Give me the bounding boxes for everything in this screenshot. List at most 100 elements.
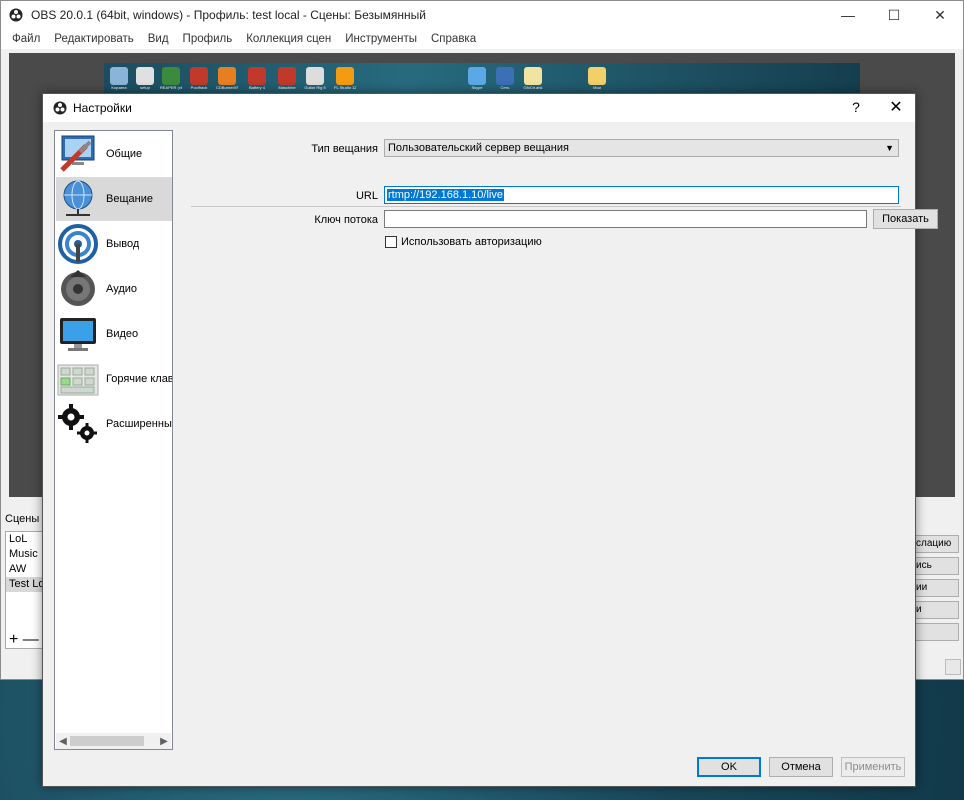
obs-logo-icon	[9, 8, 23, 22]
desktop-icon: CDBurnerXP	[216, 67, 238, 93]
desktop-icon: Guitar Rig 5	[304, 67, 326, 93]
menu-view[interactable]: Вид	[141, 33, 176, 45]
speaker-icon	[61, 270, 95, 306]
scrollbar-thumb[interactable]	[70, 736, 144, 746]
desktop-icon-label: Guitar Rig 5	[304, 85, 326, 90]
desktop-icon-label: Корзина	[111, 85, 127, 90]
settings-button[interactable]: и	[915, 601, 959, 619]
separator	[191, 206, 901, 207]
desktop-icon-label: Мои	[593, 85, 601, 90]
url-label: URL	[355, 190, 378, 202]
scroll-right-icon[interactable]: ▶	[157, 736, 171, 747]
add-scene-button[interactable]: +	[9, 631, 18, 648]
menu-bar: Файл Редактировать Вид Профиль Коллекция…	[1, 29, 963, 49]
category-label: Видео	[106, 328, 139, 340]
menu-file[interactable]: Файл	[5, 33, 47, 45]
desktop-icon-label: GfxCtr.ahk	[523, 85, 543, 90]
category-label: Аудио	[106, 283, 138, 295]
sidebar-horizontal-scrollbar[interactable]: ◀ ▶	[56, 733, 171, 749]
category-label: Вещание	[106, 193, 153, 205]
category-label: Расширенны	[106, 418, 172, 430]
desktop-icon-glyph	[306, 67, 324, 85]
desktop-icon: setup	[134, 67, 156, 93]
obs-logo-icon	[53, 101, 67, 115]
category-label: Горячие клав	[106, 373, 172, 385]
category-hotkeys[interactable]: Горячие клав	[56, 357, 172, 401]
use-auth-checkbox[interactable]	[385, 236, 397, 248]
desktop-icon: REAPER (x64)	[160, 67, 182, 93]
scene-item[interactable]: AW	[6, 562, 44, 577]
desktop-icon-glyph	[110, 67, 128, 85]
stream-key-label: Ключ потока	[314, 214, 378, 226]
scene-tools: + —	[9, 631, 39, 649]
category-label: Вывод	[106, 238, 140, 250]
desktop-icon: Poolfrack	[188, 67, 210, 93]
desktop-icon-glyph	[218, 67, 236, 85]
category-advanced[interactable]: Расширенны	[56, 402, 172, 446]
desktop-icon-label: Poolfrack	[190, 85, 208, 90]
scene-item[interactable]: LoL	[6, 532, 44, 547]
resize-grip[interactable]	[945, 659, 961, 675]
close-button[interactable]: ✕	[917, 1, 963, 29]
scenes-header: Сцены	[5, 513, 40, 525]
help-button[interactable]: ?	[849, 99, 863, 115]
stream-key-input[interactable]	[384, 210, 867, 228]
desktop-icon-label: Maschine	[278, 85, 296, 90]
studio-mode-button[interactable]: ии	[915, 579, 959, 597]
desktop-icon-label: FL Studio 12	[334, 85, 356, 90]
settings-dialog: Настройки ? ✕ Общие Вещание Вывод Аудио …	[42, 93, 938, 787]
minimize-button[interactable]: —	[825, 1, 871, 29]
desktop-icon-label: Battery 4	[248, 85, 265, 90]
menu-profile[interactable]: Профиль	[176, 33, 240, 45]
desktop-icon: Battery 4	[246, 67, 268, 93]
desktop-icon-glyph	[190, 67, 208, 85]
dialog-titlebar: Настройки ? ✕	[43, 94, 915, 122]
category-audio[interactable]: Аудио	[56, 267, 172, 311]
maximize-button[interactable]: ☐	[871, 1, 917, 29]
desktop-icon-glyph	[278, 67, 296, 85]
desktop-icon: Maschine	[276, 67, 298, 93]
obs-window-title: OBS 20.0.1 (64bit, windows) - Профиль: t…	[31, 8, 426, 22]
monitor-icon	[60, 318, 96, 351]
desktop-icon-glyph	[162, 67, 180, 85]
broadcast-settings-panel: Тип вещания Пользовательский сервер веща…	[183, 130, 938, 750]
service-type-select[interactable]: Пользовательский сервер вещания ▼	[384, 139, 899, 157]
show-key-button[interactable]: Показать	[873, 209, 938, 229]
scroll-left-icon[interactable]: ◀	[56, 736, 70, 747]
desktop-icon-label: Skype	[471, 85, 483, 90]
desktop-icon-glyph	[136, 67, 154, 85]
remove-scene-button[interactable]: —	[23, 631, 39, 648]
url-input[interactable]: rtmp://192.168.1.10/live	[384, 186, 899, 204]
scene-item-selected[interactable]: Test Lo	[6, 577, 44, 592]
menu-help[interactable]: Справка	[424, 33, 483, 45]
desktop-icon-glyph	[524, 67, 542, 85]
desktop-icon-label: Сеть	[500, 85, 510, 90]
broadcast-globe-icon	[63, 180, 93, 216]
category-broadcast[interactable]: Вещание	[56, 177, 172, 221]
menu-scene-collection[interactable]: Коллекция сцен	[239, 33, 338, 45]
desktop-icon: Корзина	[108, 67, 130, 93]
scene-item[interactable]: Music	[6, 547, 44, 562]
category-general[interactable]: Общие	[56, 132, 172, 176]
category-output[interactable]: Вывод	[56, 222, 172, 266]
start-recording-button[interactable]: ись	[915, 557, 959, 575]
exit-button[interactable]	[915, 623, 959, 641]
desktop-icon-glyph	[248, 67, 266, 85]
output-signal-icon	[58, 224, 98, 264]
desktop-icon-label: CDBurnerXP	[216, 85, 238, 90]
desktop-icon: Skype	[466, 67, 488, 93]
dialog-title: Настройки	[73, 101, 132, 115]
menu-edit[interactable]: Редактировать	[47, 33, 140, 45]
apply-button[interactable]: Применить	[841, 757, 905, 777]
cancel-button[interactable]: Отмена	[769, 757, 833, 777]
obs-titlebar: OBS 20.0.1 (64bit, windows) - Профиль: t…	[1, 1, 963, 29]
desktop-icon-glyph	[336, 67, 354, 85]
category-label: Общие	[106, 148, 143, 160]
desktop-icon-glyph	[588, 67, 606, 85]
start-streaming-button[interactable]: слацию	[915, 535, 959, 553]
dialog-close-button[interactable]: ✕	[889, 97, 903, 117]
ok-button[interactable]: OK	[697, 757, 761, 777]
scrollbar-track[interactable]	[70, 735, 157, 747]
menu-tools[interactable]: Инструменты	[338, 33, 424, 45]
category-video[interactable]: Видео	[56, 312, 172, 356]
